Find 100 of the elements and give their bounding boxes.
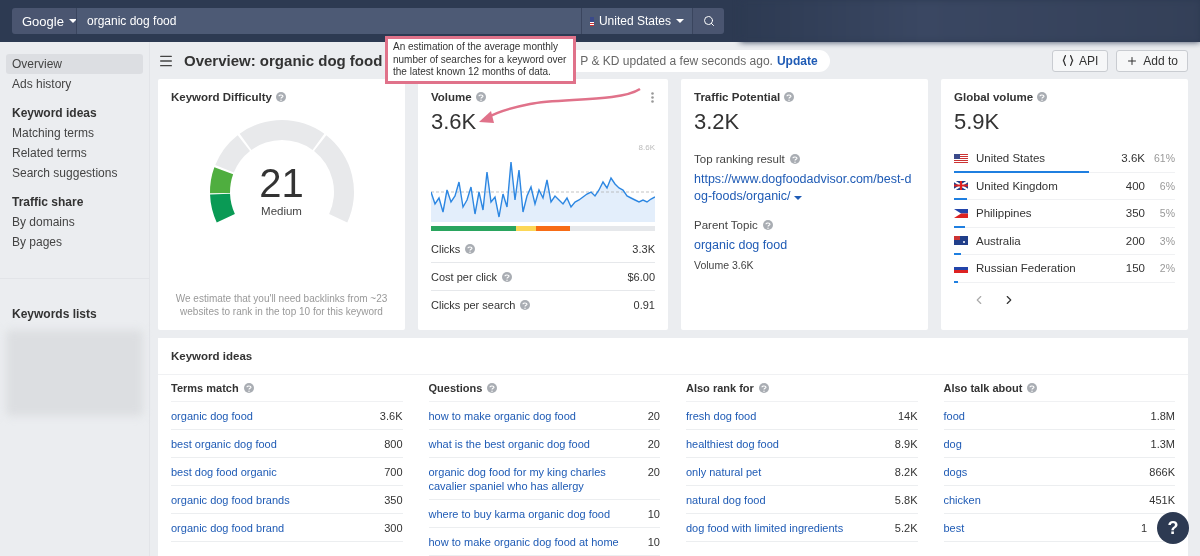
keyword-link[interactable]: best dog food organic: [171, 465, 277, 479]
keyword-link[interactable]: best organic dog food: [171, 437, 277, 451]
keyword-volume: 866K: [1149, 465, 1175, 479]
help-icon[interactable]: [475, 92, 486, 102]
difficulty-rating: Medium: [260, 205, 303, 217]
keyword-volume: 14K: [897, 409, 918, 423]
flag-icon: [954, 153, 968, 163]
help-icon[interactable]: [1027, 383, 1038, 393]
country-share: 2%: [1158, 262, 1175, 275]
keyword-link[interactable]: organic dog food: [171, 409, 253, 423]
keyword-volume: 800: [384, 437, 403, 451]
sidebar-item[interactable]: By pages: [6, 232, 143, 252]
sidebar-item[interactable]: Related terms: [6, 143, 143, 163]
keyword-link[interactable]: where to buy karma organic dog food: [428, 507, 611, 521]
country-name: Russian Federation: [976, 262, 1077, 275]
help-icon[interactable]: [487, 383, 498, 393]
keyword-link[interactable]: dogs: [943, 465, 968, 479]
country-name: Australia: [976, 234, 1022, 247]
sidebar-item[interactable]: Ads history: [6, 74, 143, 94]
country-volume: 200: [1124, 234, 1145, 247]
more-icon[interactable]: [651, 92, 654, 103]
keyword-volume: 451K: [1149, 493, 1175, 507]
country-share: 5%: [1158, 207, 1175, 220]
keyword-volume: 5.8K: [894, 493, 918, 507]
keyword-link[interactable]: how to make organic dog food: [428, 409, 576, 423]
difficulty-note: We estimate that you'll need backlinks from ~23 websites to rank in the top 10 for this keyword: [174, 292, 389, 318]
page-title: Overview: organic dog food: [184, 52, 383, 69]
stat-value: 3.3K: [632, 242, 655, 256]
keyword-volume: 700: [384, 465, 403, 479]
stat-label: Clicks per search: [431, 299, 516, 311]
country-share: 6%: [1158, 179, 1175, 192]
keyword-volume: 1.8M: [1150, 409, 1175, 423]
status-text: P & KD updated a few seconds ago.: [580, 53, 773, 68]
sidebar-item[interactable]: Search suggestions: [6, 163, 143, 183]
help-icon[interactable]: [243, 383, 254, 393]
stat-value: 0.91: [633, 298, 655, 312]
volume-value: 3.6K: [431, 109, 478, 135]
column-title: Questions: [428, 382, 483, 394]
add-to-button[interactable]: Add to: [1116, 49, 1188, 72]
column-title: Also rank for: [686, 382, 754, 394]
help-icon[interactable]: [789, 154, 800, 164]
flag-icon: [954, 236, 968, 246]
keyword-volume: 10: [647, 507, 660, 521]
difficulty-score: 21: [258, 161, 305, 205]
help-icon[interactable]: [762, 220, 773, 230]
keyword-volume: 1.3M: [1150, 437, 1175, 451]
section-title: Keyword ideas: [158, 338, 1188, 375]
api-button[interactable]: API: [1051, 49, 1109, 72]
keyword-link[interactable]: organic dog food for my king charles cavalier spaniel who has allergy: [428, 465, 629, 493]
keyword-link[interactable]: organic dog food brands: [171, 493, 290, 507]
keyword-link[interactable]: organic dog food brand: [171, 521, 285, 535]
keyword-volume: 10: [647, 535, 660, 549]
sidebar-item[interactable]: Matching terms: [6, 123, 143, 143]
keyword-volume: 3.6K: [379, 409, 403, 423]
flag-icon: [954, 181, 968, 191]
sidebar-item[interactable]: Overview: [6, 54, 143, 74]
keyword-volume: 350: [384, 493, 403, 507]
keyword-link[interactable]: dog: [943, 437, 962, 451]
keyword-link[interactable]: chicken: [943, 493, 981, 507]
keyword-link[interactable]: how to make organic dog food at home: [428, 535, 619, 549]
keyword-link[interactable]: only natural pet: [686, 465, 762, 479]
stat-label: Clicks: [431, 243, 461, 255]
help-icon[interactable]: [520, 300, 531, 310]
update-link[interactable]: Update: [776, 53, 818, 68]
help-icon[interactable]: [1037, 92, 1048, 102]
search-button[interactable]: [692, 8, 724, 34]
help-icon[interactable]: [502, 272, 513, 282]
traffic-value: 3.2K: [694, 109, 741, 135]
country-dropdown[interactable]: United States: [581, 8, 692, 34]
plus-icon: [1126, 54, 1139, 67]
search-icon: [702, 15, 715, 27]
keyword-link[interactable]: natural dog food: [686, 493, 766, 507]
help-icon[interactable]: [275, 92, 286, 102]
keyword-volume: 5.2K: [894, 521, 918, 535]
help-icon[interactable]: [465, 244, 476, 254]
sidebar-heading: Keyword ideas: [11, 106, 98, 120]
result-link[interactable]: https://www.dogfoodadvisor.com/best-dog-foods/organic/: [694, 171, 915, 205]
country-volume: 3.6K: [1120, 152, 1145, 165]
keyword-link[interactable]: food: [943, 409, 965, 423]
keyword-link[interactable]: what is the best organic dog food: [428, 437, 590, 451]
stat-value: $6.00: [627, 270, 655, 284]
keyword-volume: 8.2K: [894, 465, 918, 479]
keyword-volume: 20: [647, 437, 660, 451]
keyword-link[interactable]: healthiest dog food: [686, 437, 779, 451]
help-icon[interactable]: [758, 383, 769, 393]
keyword-volume: 20: [647, 409, 660, 423]
keyword-link[interactable]: fresh dog food: [686, 409, 757, 423]
keyword-link[interactable]: dog food with limited ingredients: [686, 521, 844, 535]
card-title: Keyword Difficulty: [171, 91, 272, 103]
global-volume-value: 5.9K: [954, 109, 1001, 135]
keyword-volume: 300: [384, 521, 403, 535]
keyword-link[interactable]: best: [943, 521, 965, 535]
country-share: 3%: [1158, 234, 1175, 247]
keyword-volume: 8.9K: [894, 437, 918, 451]
help-icon[interactable]: [784, 92, 795, 102]
search-field[interactable]: organic dog food: [76, 8, 581, 34]
parent-topic-link[interactable]: organic dog food: [694, 237, 915, 254]
sidebar-item[interactable]: By domains: [6, 212, 143, 232]
engine-dropdown[interactable]: Google: [12, 8, 76, 34]
braces-icon: [1061, 55, 1074, 66]
